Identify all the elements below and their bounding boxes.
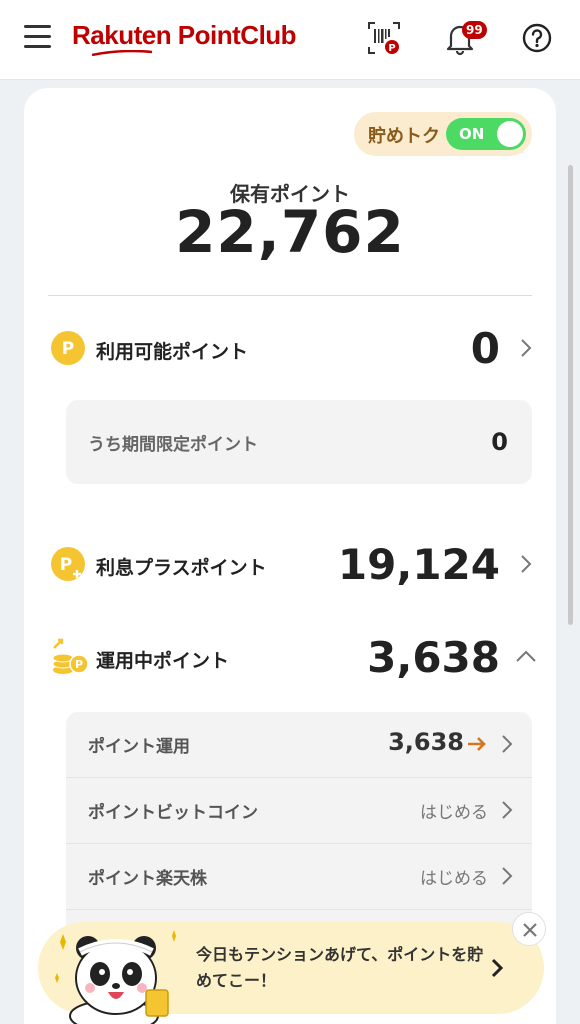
investment-coins-icon: P <box>52 638 89 674</box>
close-banner-button[interactable] <box>512 912 546 946</box>
svg-text:P: P <box>388 43 395 54</box>
list-item-start: はじめる <box>420 803 488 823</box>
list-item-point-stock[interactable]: ポイント楽天株 はじめる <box>66 844 532 910</box>
tametoku-toggle[interactable]: ON <box>446 118 526 150</box>
divider <box>48 295 532 296</box>
arrow-right-icon <box>468 737 486 751</box>
app-header: Rakuten PointClub P 99 <box>0 0 580 80</box>
list-item-value: 3,638 <box>388 728 464 756</box>
tametoku-label: 貯めトク <box>368 126 440 147</box>
point-plus-icon: P <box>51 547 85 581</box>
limited-points-label: うち期間限定ポイント <box>88 435 258 455</box>
list-item-label: ポイント楽天株 <box>88 869 207 889</box>
barcode-point-icon[interactable]: P <box>366 20 402 56</box>
panda-mascot-icon <box>55 930 176 1024</box>
toggle-state: ON <box>459 125 485 143</box>
tametoku-toggle-container: 貯めトク ON <box>354 112 532 156</box>
chevron-up-icon[interactable] <box>514 646 538 666</box>
notification-badge: 99 <box>462 21 487 39</box>
svg-text:P: P <box>62 339 74 359</box>
close-icon <box>523 923 537 937</box>
chevron-right-icon <box>502 867 513 885</box>
app-logo[interactable]: Rakuten PointClub <box>72 20 297 51</box>
limited-points-box: うち期間限定ポイント 0 <box>66 400 532 484</box>
available-points-label: 利用可能ポイント <box>96 341 249 363</box>
interest-points-value[interactable]: 19,124 <box>338 540 500 589</box>
svg-text:P: P <box>75 658 83 671</box>
limited-points-value: 0 <box>491 428 508 456</box>
chevron-right-icon[interactable] <box>518 552 534 576</box>
help-icon[interactable] <box>521 22 553 54</box>
toggle-knob <box>497 121 523 147</box>
chevron-right-icon <box>502 735 513 753</box>
investing-points-label: 運用中ポイント <box>96 650 230 672</box>
banner-message: 今日もテンションあげて、ポイントを貯めてこー！ <box>196 945 484 990</box>
menu-icon[interactable] <box>24 25 51 49</box>
logo-swoosh <box>92 50 152 56</box>
list-item-start: はじめる <box>420 869 488 889</box>
list-item-label: ポイント運用 <box>88 737 190 757</box>
list-item-point-investment[interactable]: ポイント運用 3,638 <box>66 712 532 778</box>
held-points-value: 22,762 <box>175 198 405 266</box>
svg-text:P: P <box>60 555 72 575</box>
chevron-right-icon <box>502 801 513 819</box>
chevron-right-icon <box>491 958 504 978</box>
investing-points-value[interactable]: 3,638 <box>367 633 500 682</box>
list-item-point-bitcoin[interactable]: ポイントビットコイン はじめる <box>66 778 532 844</box>
interest-points-label: 利息プラスポイント <box>96 557 267 579</box>
point-coin-icon: P <box>51 331 85 365</box>
chevron-right-icon[interactable] <box>518 336 534 360</box>
list-item-label: ポイントビットコイン <box>88 803 258 823</box>
available-points-value[interactable]: 0 <box>471 324 500 373</box>
